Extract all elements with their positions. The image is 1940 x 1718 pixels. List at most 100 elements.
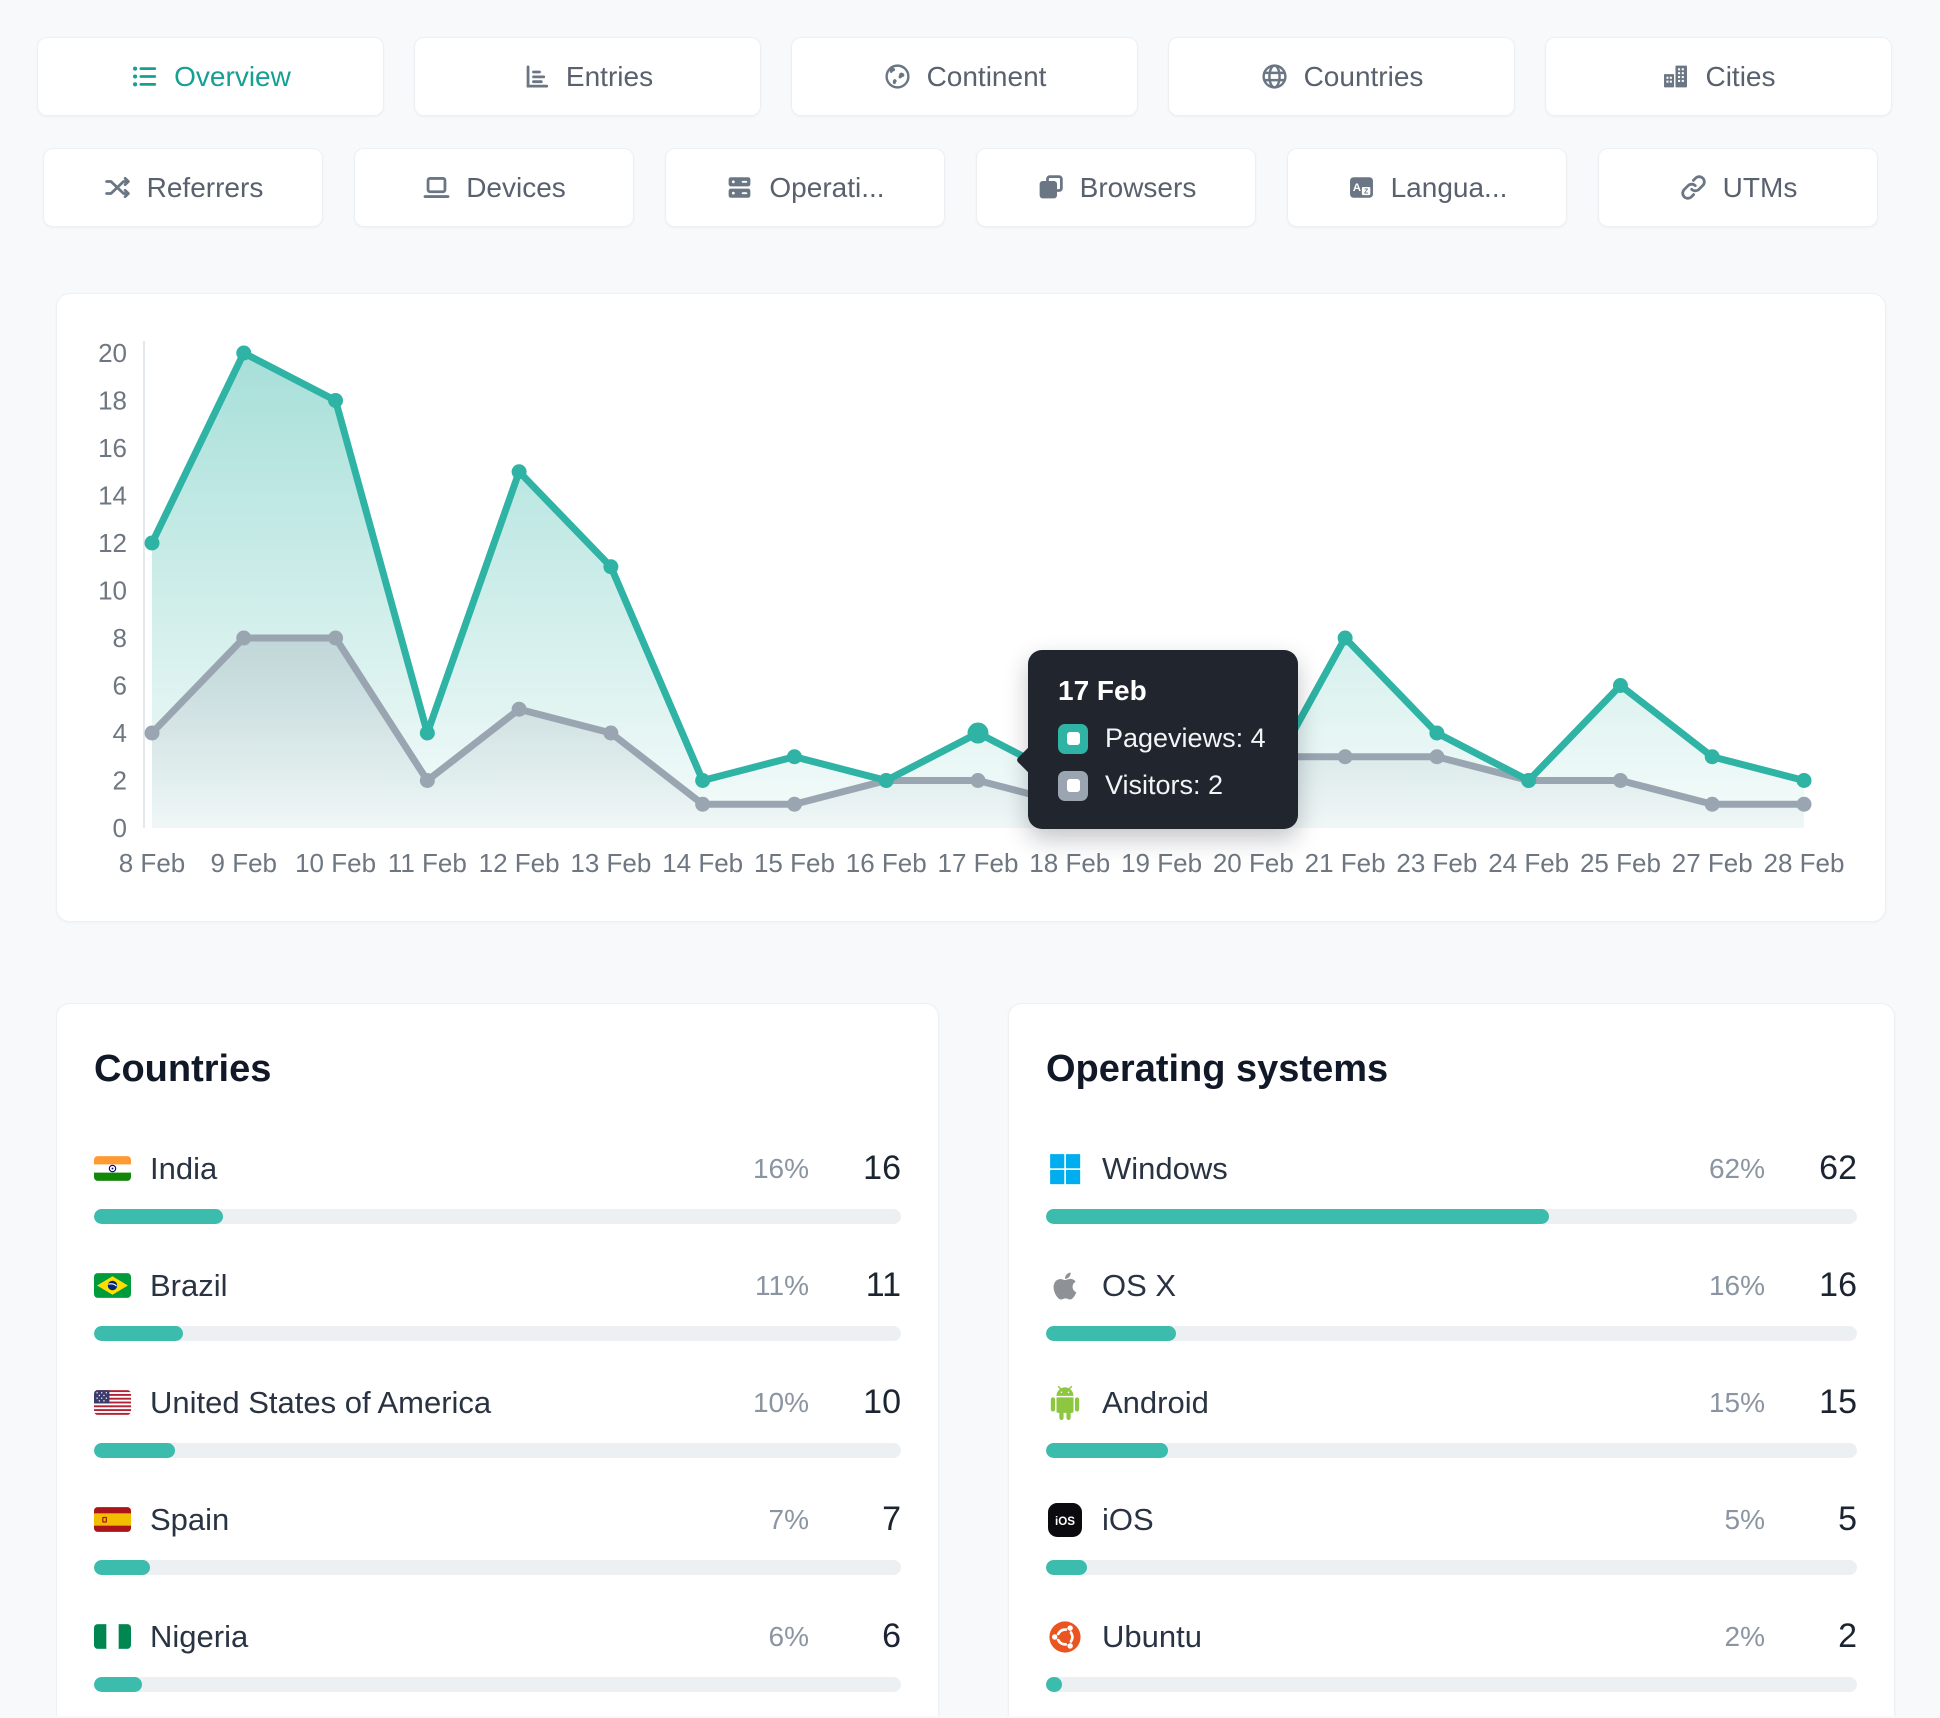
- stat-progress-fill: [1046, 1326, 1176, 1341]
- pageviews-point[interactable]: [603, 559, 619, 575]
- tab-entries[interactable]: Entries: [414, 37, 761, 116]
- tab-devices[interactable]: Devices: [354, 148, 634, 227]
- stat-progress-fill: [94, 1677, 143, 1692]
- pageviews-point[interactable]: [419, 725, 435, 741]
- tab-os[interactable]: Operati...: [665, 148, 945, 227]
- x-axis-tick: 24 Feb: [1488, 848, 1569, 878]
- stat-row[interactable]: Windows 62% 62: [1046, 1149, 1857, 1224]
- visitors-point[interactable]: [1337, 749, 1353, 765]
- ubuntu-icon: [1046, 1620, 1083, 1654]
- pageviews-visitors-chart[interactable]: 0 2 4 6 8 10 12 14 16 18 20 8 Feb 9 Feb 10 Feb 11 Feb 1…: [57, 294, 1887, 923]
- svg-text:A: A: [1352, 182, 1360, 194]
- tab-row-secondary: Referrers Devices Operati... Browsers A Z Lang…: [43, 148, 1940, 227]
- stat-label: India: [150, 1150, 218, 1186]
- x-axis-tick: 10 Feb: [295, 848, 376, 878]
- flag-india: [94, 1156, 131, 1181]
- globe-icon: [1260, 62, 1289, 91]
- traffic-chart-card: 0 2 4 6 8 10 12 14 16 18 20 8 Feb 9 Feb 10 Feb 11 Feb 1…: [56, 293, 1886, 922]
- stat-label: United States of America: [150, 1384, 492, 1420]
- x-axis-tick: 11 Feb: [388, 848, 467, 878]
- pageviews-point[interactable]: [878, 773, 894, 788]
- pageviews-point[interactable]: [1429, 725, 1445, 741]
- stat-percent: 2%: [1724, 1620, 1765, 1652]
- pageviews-point[interactable]: [967, 722, 989, 744]
- countries-card-title: Countries: [94, 1048, 272, 1090]
- stat-row[interactable]: Ubuntu 2% 2: [1046, 1617, 1857, 1692]
- stat-label: Android: [1102, 1384, 1209, 1420]
- x-axis-tick: 17 Feb: [938, 848, 1019, 878]
- stat-row[interactable]: Nigeria 6% 6: [94, 1617, 901, 1692]
- stat-percent: 11%: [755, 1269, 809, 1301]
- tab-label: Entries: [565, 60, 654, 92]
- stat-row[interactable]: India 16% 16: [94, 1149, 901, 1224]
- stat-row[interactable]: Spain 7% 7: [94, 1500, 901, 1575]
- visitors-point[interactable]: [419, 773, 435, 788]
- x-axis-tick: 15 Feb: [754, 848, 835, 878]
- pageviews-point[interactable]: [1337, 630, 1353, 646]
- visitors-point[interactable]: [1612, 773, 1628, 788]
- pageviews-point[interactable]: [1612, 678, 1628, 693]
- language-icon: AZ: [1347, 173, 1376, 202]
- visitors-point[interactable]: [786, 796, 802, 812]
- y-axis-tick: 14: [98, 481, 127, 511]
- visitors-point[interactable]: [1796, 796, 1812, 812]
- y-axis-tick: 10: [98, 576, 127, 606]
- visitors-point[interactable]: [144, 725, 160, 741]
- stat-percent: 10%: [752, 1386, 809, 1418]
- windows-icon: [1046, 1152, 1083, 1186]
- visitors-point[interactable]: [603, 725, 619, 741]
- stat-label: OS X: [1102, 1267, 1177, 1303]
- x-axis-tick: 12 Feb: [479, 848, 560, 878]
- continent-icon: [883, 62, 912, 91]
- visitors-point[interactable]: [970, 773, 986, 788]
- tab-label: Langua...: [1390, 171, 1508, 203]
- tab-overview[interactable]: Overview: [37, 37, 384, 116]
- stat-percent: 62%: [1708, 1152, 1765, 1184]
- tab-utms[interactable]: UTMs: [1598, 148, 1878, 227]
- tab-continent[interactable]: Continent: [791, 37, 1138, 116]
- stat-row[interactable]: Brazil 11% 11: [94, 1266, 901, 1341]
- operating-systems-card: Operating systems Windows 62% 62 OS X 16% 16 A…: [1008, 1003, 1895, 1716]
- pageviews-point[interactable]: [1521, 773, 1537, 788]
- stats-cards-row: Countries India 16% 16 Brazil 11% 11 United St…: [56, 1003, 1940, 1716]
- stat-row[interactable]: OS X 16% 16: [1046, 1266, 1857, 1341]
- stat-count: 15: [1819, 1383, 1857, 1421]
- pageviews-point[interactable]: [511, 464, 527, 480]
- pageviews-point[interactable]: [1704, 749, 1720, 765]
- x-axis-tick: 27 Feb: [1672, 848, 1753, 878]
- tab-languages[interactable]: A Z Langua...: [1287, 148, 1567, 227]
- stat-row[interactable]: iOS iOS 5% 5: [1046, 1500, 1857, 1575]
- visitors-point[interactable]: [1704, 796, 1720, 812]
- tooltip-series-value: Pageviews: 4: [1105, 723, 1266, 753]
- pageviews-point[interactable]: [1796, 773, 1812, 788]
- server-icon: [725, 173, 754, 202]
- stat-count: 10: [863, 1383, 901, 1421]
- stat-label: Ubuntu: [1102, 1618, 1202, 1654]
- stat-percent: 15%: [1708, 1386, 1765, 1418]
- stat-count: 16: [1819, 1266, 1857, 1304]
- pageviews-point[interactable]: [144, 535, 160, 551]
- visitors-point[interactable]: [695, 796, 711, 812]
- tab-browsers[interactable]: Browsers: [976, 148, 1256, 227]
- y-axis-tick: 20: [98, 338, 127, 368]
- stat-label: Windows: [1102, 1150, 1228, 1186]
- stat-count: 62: [1819, 1149, 1857, 1187]
- visitors-point[interactable]: [1429, 749, 1445, 765]
- pageviews-point[interactable]: [695, 773, 711, 788]
- stat-progress-track: [94, 1326, 901, 1341]
- y-axis-tick: 0: [113, 813, 127, 843]
- visitors-point[interactable]: [511, 701, 527, 717]
- tooltip-date: 17 Feb: [1058, 675, 1147, 706]
- pageviews-point[interactable]: [328, 393, 344, 408]
- tab-cities[interactable]: Cities: [1545, 37, 1892, 116]
- tab-referrers[interactable]: Referrers: [43, 148, 323, 227]
- visitors-point[interactable]: [236, 630, 252, 646]
- x-axis-tick: 18 Feb: [1029, 848, 1110, 878]
- visitors-point[interactable]: [328, 630, 344, 646]
- pageviews-point[interactable]: [786, 749, 802, 765]
- tab-countries[interactable]: Countries: [1168, 37, 1515, 116]
- stat-progress-fill: [94, 1443, 175, 1458]
- pageviews-point[interactable]: [236, 345, 252, 361]
- stat-row[interactable]: United States of America 10% 10: [94, 1383, 901, 1458]
- stat-row[interactable]: Android 15% 15: [1046, 1383, 1857, 1458]
